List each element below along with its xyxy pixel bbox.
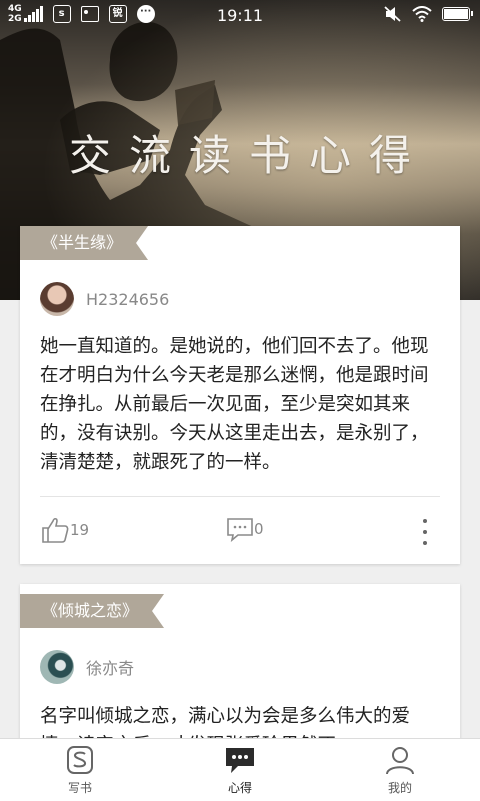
- book-tag[interactable]: 《倾城之恋》: [20, 594, 164, 628]
- author-name[interactable]: 徐亦奇: [86, 655, 134, 679]
- comment-button[interactable]: 0: [226, 516, 264, 542]
- status-bar: 4G 2G s 锐 ··· 19:11: [0, 0, 480, 32]
- profile-icon: [386, 747, 414, 775]
- nav-label: 心得: [227, 781, 252, 795]
- comment-count: 0: [254, 520, 264, 538]
- battery-icon: [442, 7, 473, 21]
- nav-tab-reading-notes[interactable]: 心得: [160, 739, 320, 801]
- post-author[interactable]: H2324656: [40, 282, 169, 316]
- post-actions: 19 0: [40, 511, 440, 551]
- nav-tab-profile[interactable]: 我的: [320, 739, 480, 801]
- book-tag[interactable]: 《半生缘》: [20, 226, 148, 260]
- comment-icon: [227, 518, 253, 542]
- nav-label: 写书: [67, 781, 92, 795]
- bottom-nav: 写书 心得 我的: [0, 738, 480, 801]
- nav-tab-write-book[interactable]: 写书: [0, 739, 160, 801]
- post-content[interactable]: 她一直知道的。是她说的，他们回不去了。他现在才明白为什么今天老是那么迷惘，他是跟…: [40, 332, 440, 477]
- thumbs-up-icon: [42, 517, 69, 543]
- divider: [40, 496, 440, 497]
- avatar[interactable]: [40, 650, 74, 684]
- like-count: 19: [70, 521, 90, 539]
- status-right: [384, 6, 473, 22]
- nav-label: 我的: [387, 781, 412, 795]
- author-name[interactable]: H2324656: [86, 290, 169, 309]
- avatar[interactable]: [40, 282, 74, 316]
- post-author[interactable]: 徐亦奇: [40, 650, 134, 684]
- like-button[interactable]: 19: [40, 516, 89, 544]
- post-card[interactable]: 《半生缘》 H2324656 她一直知道的。是她说的，他们回不去了。他现在才明白…: [20, 226, 460, 564]
- wifi-icon: [412, 6, 432, 22]
- banner-title: 交流读书心得: [68, 131, 429, 180]
- chat-bubble-icon: [226, 748, 254, 773]
- more-options-icon[interactable]: [422, 519, 428, 545]
- mute-icon: [384, 6, 401, 22]
- write-book-icon: [67, 746, 93, 774]
